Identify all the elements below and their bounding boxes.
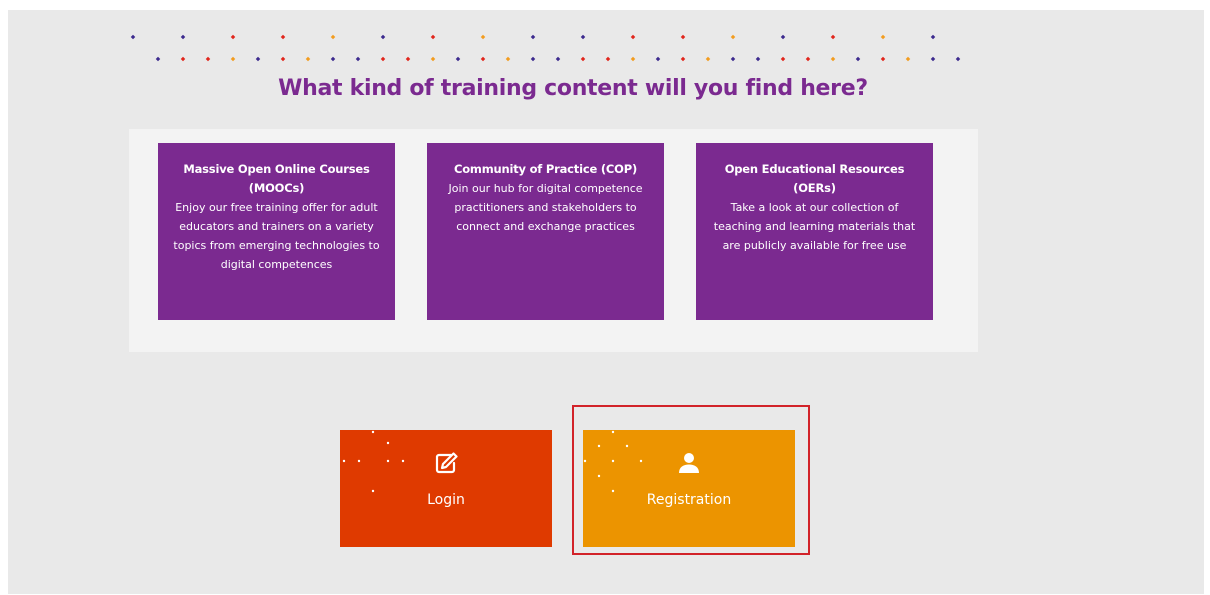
decorative-dot bbox=[230, 34, 236, 40]
decorative-dot bbox=[305, 56, 311, 62]
decorative-dot bbox=[505, 56, 511, 62]
card-description: Enjoy our free training offer for adult … bbox=[173, 201, 380, 271]
decorative-dot bbox=[380, 34, 386, 40]
decorative-dot bbox=[730, 34, 736, 40]
decorative-dot bbox=[705, 56, 711, 62]
decorative-dot bbox=[605, 56, 611, 62]
registration-button[interactable]: Registration bbox=[583, 430, 795, 547]
registration-label: Registration bbox=[646, 492, 732, 508]
decorative-dot bbox=[830, 56, 836, 62]
decorative-dot bbox=[830, 34, 836, 40]
decorative-dot bbox=[355, 56, 361, 62]
decorative-dot bbox=[230, 56, 236, 62]
decorative-dot bbox=[730, 56, 736, 62]
decorative-dot bbox=[255, 56, 261, 62]
decorative-dot bbox=[130, 34, 136, 40]
decorative-dot bbox=[780, 56, 786, 62]
decorative-dot bbox=[280, 56, 286, 62]
decorative-dot bbox=[630, 34, 636, 40]
decorative-dot bbox=[180, 56, 186, 62]
decorative-dot bbox=[455, 56, 461, 62]
page-background: What kind of training content will you f… bbox=[8, 10, 1204, 594]
decorative-dot bbox=[530, 34, 536, 40]
user-icon bbox=[583, 452, 795, 474]
decorative-dot bbox=[330, 56, 336, 62]
decorative-dot bbox=[780, 34, 786, 40]
decorative-dot bbox=[380, 56, 386, 62]
card-description: Join our hub for digital competence prac… bbox=[448, 182, 643, 233]
decorative-dot bbox=[580, 34, 586, 40]
decorative-dot bbox=[930, 34, 936, 40]
decorative-dot bbox=[680, 34, 686, 40]
decorative-dot bbox=[880, 34, 886, 40]
card-moocs[interactable]: Massive Open Online Courses (MOOCs) Enjo… bbox=[158, 143, 395, 320]
card-description: Take a look at our collection of teachin… bbox=[713, 201, 916, 252]
decorative-dots bbox=[130, 34, 961, 62]
decorative-dot bbox=[755, 56, 761, 62]
decorative-dot bbox=[180, 34, 186, 40]
login-label: Login bbox=[427, 492, 465, 508]
decorative-dot bbox=[630, 56, 636, 62]
decorative-dot bbox=[155, 56, 161, 62]
card-title: Massive Open Online Courses (MOOCs) bbox=[183, 162, 370, 195]
decorative-dot bbox=[880, 56, 886, 62]
decorative-dot bbox=[430, 34, 436, 40]
card-oers[interactable]: Open Educational Resources (OERs) Take a… bbox=[696, 143, 933, 320]
decorative-dot bbox=[905, 56, 911, 62]
decorative-dot bbox=[855, 56, 861, 62]
decorative-dot bbox=[805, 56, 811, 62]
decorative-dot bbox=[330, 34, 336, 40]
decorative-dot bbox=[430, 56, 436, 62]
decorative-dot bbox=[680, 56, 686, 62]
decorative-dot bbox=[930, 56, 936, 62]
edit-icon bbox=[340, 452, 552, 474]
section-heading: What kind of training content will you f… bbox=[278, 76, 868, 101]
decorative-dot bbox=[280, 34, 286, 40]
decorative-dot bbox=[955, 56, 961, 62]
card-title: Community of Practice (COP) bbox=[453, 162, 638, 176]
decorative-dot bbox=[205, 56, 211, 62]
decorative-dot bbox=[480, 34, 486, 40]
card-cop[interactable]: Community of Practice (COP) Join our hub… bbox=[427, 143, 664, 320]
training-content-panel: Massive Open Online Courses (MOOCs) Enjo… bbox=[129, 129, 978, 352]
decorative-dot bbox=[555, 56, 561, 62]
decorative-dot bbox=[480, 56, 486, 62]
decorative-dot bbox=[655, 56, 661, 62]
decorative-dot bbox=[530, 56, 536, 62]
decorative-dot bbox=[405, 56, 411, 62]
decorative-dot bbox=[580, 56, 586, 62]
login-button[interactable]: Login bbox=[340, 430, 552, 547]
card-title: Open Educational Resources (OERs) bbox=[724, 162, 905, 195]
